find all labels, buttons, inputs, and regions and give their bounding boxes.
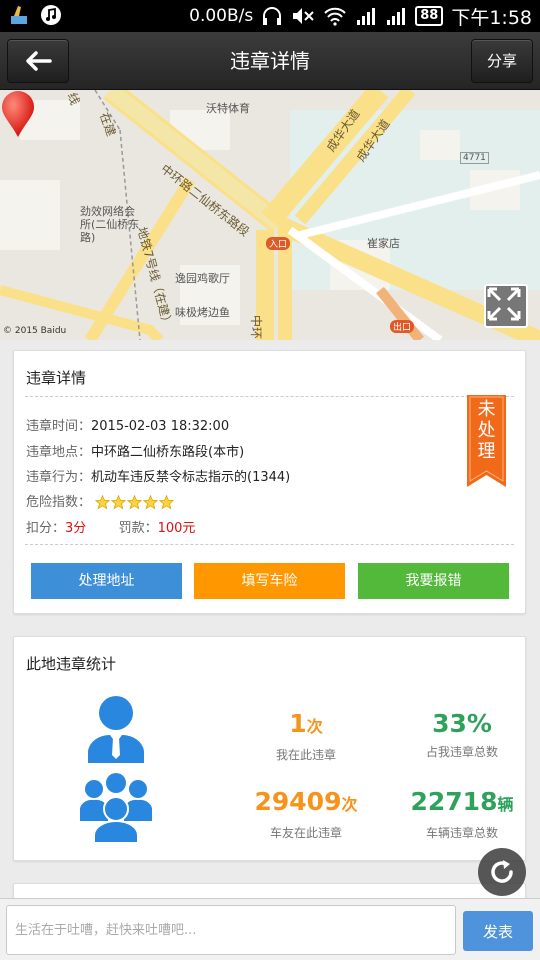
status-ribbon-text: 未处理 — [477, 399, 496, 462]
map-label-shop: 崔家店 — [367, 237, 400, 250]
star-icon — [127, 495, 143, 510]
friends-violation-stat: 29409次 车友在此违章 — [231, 787, 381, 841]
map-entrance-marker: 入口 — [266, 237, 291, 250]
my-violation-label: 我在此违章 — [275, 748, 336, 762]
risk-index-row: 危险指数： — [26, 491, 175, 510]
single-user-icon — [88, 696, 144, 763]
my-violation-stat: 1次 我在此违章 — [231, 709, 381, 763]
wifi-icon — [324, 7, 346, 26]
report-error-button[interactable]: 我要报错 — [358, 563, 509, 599]
star-icon — [95, 495, 111, 510]
fine-value: 100元 — [157, 521, 196, 536]
divider — [25, 544, 514, 545]
risk-index-label: 危险指数： — [26, 495, 92, 510]
group-users-icon — [80, 773, 152, 843]
risk-stars — [95, 495, 175, 510]
map-label-fish: 味极烤边鱼 — [175, 306, 230, 319]
headphones-icon — [263, 7, 282, 25]
divider — [25, 396, 514, 397]
share-stat: 33% 占我违章总数 — [387, 709, 537, 760]
violation-behavior-row: 违章行为：机动车违反禁令标志指示的(1344) — [26, 466, 290, 485]
violation-behavior-label: 违章行为： — [26, 470, 92, 485]
friends-violation-count: 29409 — [254, 787, 342, 816]
music-app-icon — [41, 5, 61, 25]
map-view[interactable]: 沃特体育 中环路二仙桥东路段 成华大道 成华大道 线 在建 地铁7号线（在建） … — [0, 90, 540, 340]
cleaner-app-icon — [11, 6, 27, 24]
vehicles-violation-label: 车辆违章总数 — [425, 826, 498, 840]
violation-time-label: 违章时间： — [26, 419, 92, 434]
my-violation-unit: 次 — [306, 717, 323, 736]
share-button[interactable]: 分享 — [471, 39, 533, 83]
status-bar: 0.00B/s 88 下午1:58 — [0, 0, 540, 32]
map-label-restaurant: 逸园鸡歌厅 — [175, 272, 230, 285]
battery-indicator: 88 — [415, 6, 444, 26]
points-value: 3分 — [65, 521, 87, 536]
share-percent: 33% — [432, 709, 492, 738]
fine-label: 罚款： — [118, 521, 158, 536]
star-icon — [159, 495, 175, 510]
handle-address-button[interactable]: 处理地址 — [31, 563, 182, 599]
expand-icon — [487, 287, 521, 321]
stats-card-title: 此地违章统计 — [26, 655, 117, 673]
map-copyright: © 2015 Baidu — [3, 326, 67, 336]
title-bar: 违章详情 分享 — [0, 32, 540, 90]
mute-icon — [293, 8, 314, 24]
send-button[interactable]: 发表 — [463, 911, 533, 951]
vehicles-violation-unit: 辆 — [497, 795, 514, 814]
map-label-sport: 沃特体育 — [206, 102, 250, 115]
comment-bar: 发表 — [0, 898, 540, 960]
network-speed: 0.00B/s — [189, 6, 254, 26]
violation-place-row: 违章地点：中环路二仙桥东路段(本市) — [26, 441, 244, 460]
points-label: 扣分： — [26, 521, 66, 536]
fullscreen-button[interactable] — [484, 284, 528, 328]
map-label-road-number: 4771 — [460, 152, 489, 164]
friends-violation-unit: 次 — [341, 795, 358, 814]
vehicles-violation-stat: 22718辆 车辆违章总数 — [387, 787, 537, 841]
location-pin-icon — [2, 91, 34, 137]
my-violation-count: 1 — [289, 709, 307, 738]
violation-place-label: 违章地点： — [26, 445, 92, 460]
page-title: 违章详情 — [230, 49, 310, 73]
violation-time-value: 2015-02-03 18:32:00 — [91, 419, 230, 434]
signal-icon-2 — [387, 8, 406, 25]
map-label-road-center: 中环 — [249, 315, 263, 340]
refresh-button[interactable] — [478, 848, 526, 896]
penalty-row: 扣分：3分 罚款：100元 — [26, 517, 195, 536]
friends-violation-label: 车友在此违章 — [269, 826, 342, 840]
star-icon — [111, 495, 127, 510]
status-ribbon: 未处理 — [467, 395, 506, 487]
star-icon — [143, 495, 159, 510]
fill-insurance-button[interactable]: 填写车险 — [194, 563, 345, 599]
signal-icon — [357, 8, 376, 25]
map-exit-marker: 出口 — [390, 320, 415, 333]
violation-behavior-value: 机动车违反禁令标志指示的(1344) — [91, 470, 291, 485]
map-label-service: 劲效网络会所(二仙桥东路) — [80, 205, 140, 244]
detail-card-title: 违章详情 — [26, 369, 87, 387]
violation-time-row: 违章时间：2015-02-03 18:32:00 — [26, 415, 229, 434]
vehicles-violation-count: 22718 — [410, 787, 498, 816]
location-stats-card: 此地违章统计 1次 我在此违章 33% 占我违章总数 29409次 车友在此违章… — [13, 636, 526, 861]
violation-detail-card: 违章详情 违章时间：2015-02-03 18:32:00 违章地点：中环路二仙… — [13, 350, 526, 614]
clock: 下午1:58 — [451, 6, 532, 29]
comment-input[interactable] — [6, 905, 456, 955]
share-label: 占我违章总数 — [425, 745, 498, 759]
refresh-icon — [491, 860, 513, 883]
violation-place-value: 中环路二仙桥东路段(本市) — [91, 445, 245, 460]
